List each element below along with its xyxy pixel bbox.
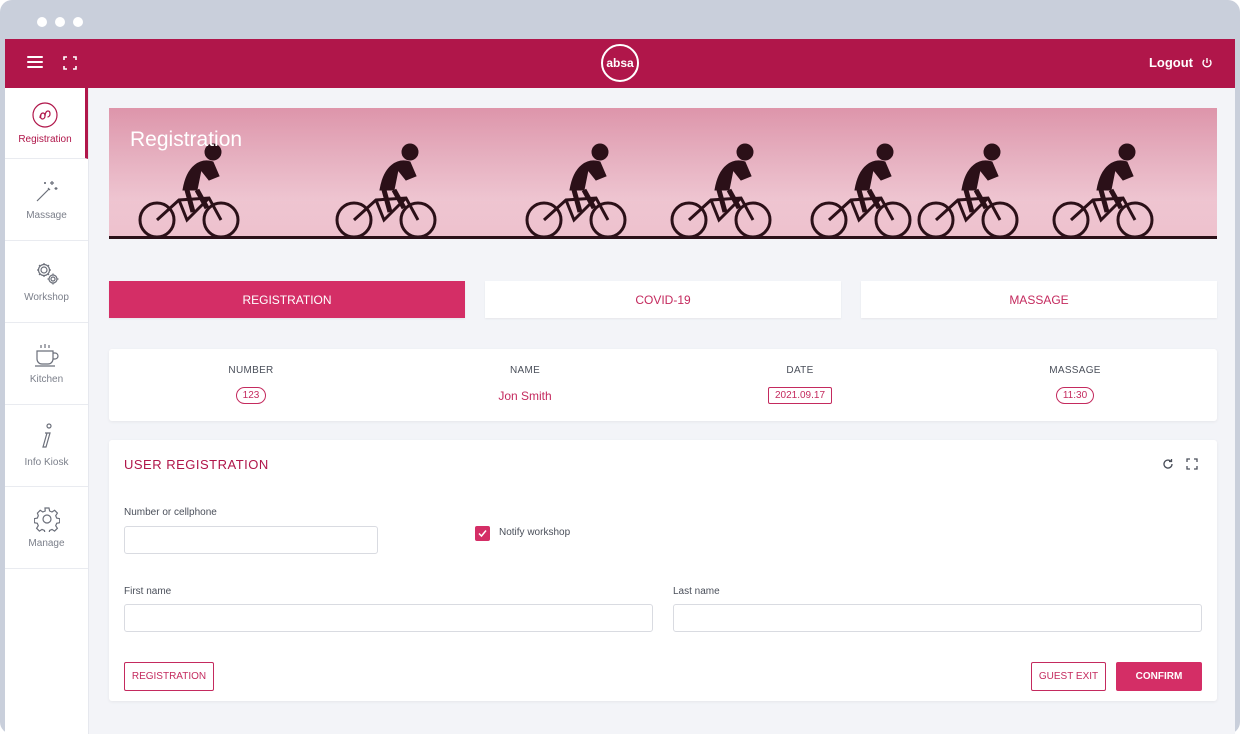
sidebar-item-info-kiosk[interactable]: Info Kiosk (5, 405, 88, 487)
gear-icon (33, 507, 60, 532)
sidebar-item-massage[interactable]: Massage (5, 159, 88, 241)
browser-frame: absa Logout Registration Massage Worksho… (0, 0, 1240, 734)
user-registration-card: USER REGISTRATION Number or cellphone No… (109, 440, 1217, 701)
notify-workshop-label: Notify workshop (499, 527, 571, 538)
sidebar-item-label: Workshop (24, 292, 69, 303)
fullscreen-icon[interactable] (63, 56, 77, 70)
window-controls (37, 17, 83, 27)
sidebar-item-kitchen[interactable]: Kitchen (5, 323, 88, 405)
sidebar-item-label: Manage (28, 538, 65, 549)
logout-label: Logout (1148, 55, 1193, 70)
massage-time-badge: 11:30 (1055, 387, 1095, 404)
number-or-cellphone-input[interactable] (124, 526, 378, 554)
hamburger-menu-icon[interactable] (27, 56, 43, 70)
tab-covid-19[interactable]: COVID-19 (485, 281, 841, 318)
guest-info-card: NUMBER 123 NAME Jon Smith DATE 2021.09.1… (109, 349, 1217, 421)
app-window: absa Logout Registration Massage Worksho… (5, 39, 1235, 734)
info-massage: MASSAGE 11:30 (975, 365, 1175, 404)
last-name-input[interactable] (673, 604, 1202, 632)
window-dot[interactable] (37, 17, 47, 27)
name-header: NAME (509, 365, 541, 376)
expand-icon[interactable] (1186, 458, 1198, 470)
window-dot[interactable] (73, 17, 83, 27)
power-icon (1202, 57, 1212, 68)
name-value: Jon Smith (498, 389, 552, 403)
absa-logo: absa (601, 44, 639, 82)
number-header: NUMBER (228, 365, 274, 376)
gears-icon (36, 263, 58, 285)
massage-header: MASSAGE (1049, 365, 1101, 376)
date-badge: 2021.09.17 (767, 387, 833, 404)
sidebar-item-label: Registration (18, 133, 72, 145)
top-bar: absa Logout (5, 39, 1235, 88)
info-number: NUMBER 123 (151, 365, 351, 404)
cyclists-silhouette-image (109, 108, 1217, 239)
info-date: DATE 2021.09.17 (700, 365, 900, 404)
tab-bar: REGISTRATION COVID-19 MASSAGE (109, 281, 1217, 318)
registration-button[interactable]: REGISTRATION (124, 662, 214, 691)
sidebar-item-manage[interactable]: Manage (5, 487, 88, 569)
sidebar-item-label: Kitchen (29, 374, 64, 385)
number-badge: 123 (235, 387, 267, 404)
sidebar-item-registration[interactable]: Registration (5, 88, 88, 159)
date-header: DATE (786, 365, 814, 376)
last-name-label: Last name (673, 586, 720, 597)
sidebar: Registration Massage Workshop Kitchen In… (5, 88, 89, 734)
sidebar-item-label: Massage (26, 210, 67, 221)
confirm-button[interactable]: CONFIRM (1116, 662, 1202, 691)
magic-wand-icon (36, 181, 57, 202)
banner-title: Registration (130, 128, 243, 151)
hero-banner: Registration (109, 108, 1217, 239)
sidebar-item-workshop[interactable]: Workshop (5, 241, 88, 323)
guest-exit-button[interactable]: GUEST EXIT (1031, 662, 1106, 691)
first-name-input[interactable] (124, 604, 653, 632)
logout-button[interactable]: Logout (1149, 55, 1213, 70)
registration-icon (32, 101, 58, 128)
tab-registration[interactable]: REGISTRATION (109, 281, 465, 318)
refresh-icon[interactable] (1162, 458, 1174, 470)
notify-workshop-checkbox[interactable] (475, 526, 490, 541)
info-icon (41, 423, 52, 448)
number-field-label: Number or cellphone (124, 507, 217, 518)
coffee-cup-icon (34, 344, 59, 367)
checkmark-icon (478, 530, 487, 538)
window-dot[interactable] (55, 17, 65, 27)
info-name: NAME Jon Smith (425, 365, 625, 403)
first-name-label: First name (124, 586, 172, 597)
tab-massage[interactable]: MASSAGE (861, 281, 1217, 318)
card-title: USER REGISTRATION (124, 457, 269, 472)
sidebar-item-label: Info Kiosk (24, 457, 69, 468)
